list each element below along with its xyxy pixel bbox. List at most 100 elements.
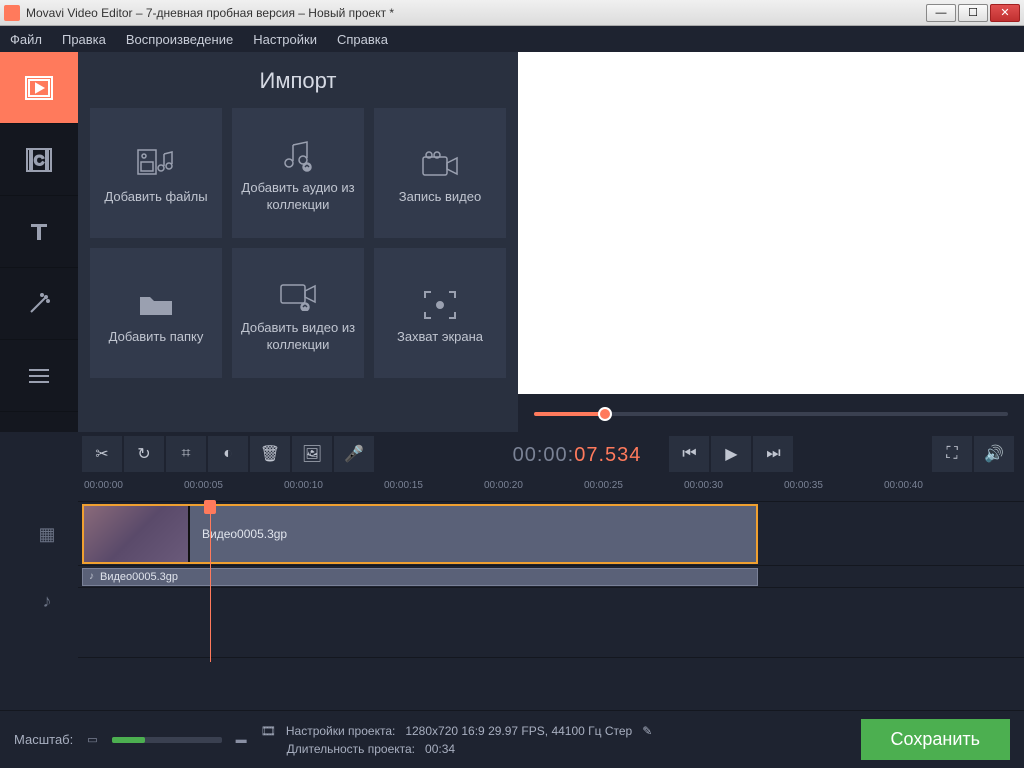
ruler-mark: 00:00:20	[484, 480, 523, 491]
picture-icon: 🖼	[302, 444, 322, 464]
save-button[interactable]: Сохранить	[861, 719, 1010, 760]
edit-settings-icon[interactable]: ✎	[642, 724, 652, 738]
project-settings-label: Настройки проекта:	[286, 724, 395, 738]
speaker-icon: 🔊	[984, 444, 1004, 464]
play-button[interactable]: ▶	[711, 436, 751, 472]
color-adjust-button[interactable]: ◐	[208, 436, 248, 472]
audio-clip-label: Видео0005.3gp	[100, 571, 178, 583]
clip-properties-button[interactable]: 🖼	[292, 436, 332, 472]
sidebar-import[interactable]	[0, 52, 78, 124]
video-clip[interactable]: Видео0005.3gp	[82, 504, 758, 564]
add-video-collection-button[interactable]: Добавить видео из коллекции	[232, 248, 364, 378]
import-title: Импорт	[90, 52, 506, 108]
video-track-icon: ▦	[38, 502, 55, 566]
menu-settings[interactable]: Настройки	[253, 32, 317, 47]
video-clip-label: Видео0005.3gp	[202, 527, 287, 541]
fullscreen-button[interactable]: ⛶	[932, 436, 972, 472]
window-titlebar: Movavi Video Editor – 7-дневная пробная …	[0, 0, 1024, 26]
preview-canvas[interactable]	[518, 52, 1024, 394]
scissors-icon: ✂	[95, 444, 108, 464]
music-note-icon	[281, 132, 315, 180]
delete-button[interactable]: 🗑	[250, 436, 290, 472]
project-settings-value: 1280x720 16:9 29.97 FPS, 44100 Гц Стер	[405, 724, 632, 738]
cut-button[interactable]: ✂	[82, 436, 122, 472]
ruler-mark: 00:00:35	[784, 480, 823, 491]
zoom-out-icon[interactable]: ▭	[87, 733, 97, 746]
maximize-button[interactable]: ☐	[958, 4, 988, 22]
audio-track-empty[interactable]	[78, 588, 1024, 658]
ruler-mark: 00:00:25	[584, 480, 623, 491]
record-audio-button[interactable]: 🎤	[334, 436, 374, 472]
add-audio-label: Добавить аудио из коллекции	[240, 180, 356, 214]
zoom-label: Масштаб:	[14, 732, 73, 747]
camera-icon	[421, 141, 459, 189]
seek-thumb[interactable]	[598, 407, 612, 421]
skip-forward-icon: ⏭	[766, 445, 780, 463]
close-button[interactable]: ✕	[990, 4, 1020, 22]
crop-button[interactable]: ⌗	[166, 436, 206, 472]
import-panel: Импорт Добавить файлы Добавить аудио из …	[78, 52, 518, 432]
rotate-button[interactable]: ↻	[124, 436, 164, 472]
text-icon	[27, 220, 51, 244]
window-title: Movavi Video Editor – 7-дневная пробная …	[26, 6, 926, 20]
sidebar: C	[0, 52, 78, 432]
record-video-label: Запись видео	[399, 189, 481, 206]
playhead[interactable]	[210, 502, 211, 662]
import-icon	[25, 76, 53, 100]
capture-screen-button[interactable]: Захват экрана	[374, 248, 506, 378]
menu-file[interactable]: Файл	[10, 32, 42, 47]
wand-icon	[27, 292, 51, 316]
ruler-mark: 00:00:15	[384, 480, 423, 491]
minimize-button[interactable]: —	[926, 4, 956, 22]
menubar: Файл Правка Воспроизведение Настройки Сп…	[0, 26, 1024, 52]
capture-screen-label: Захват экрана	[397, 329, 483, 346]
sidebar-filters[interactable]: C	[0, 124, 78, 196]
zoom-in-icon[interactable]: ▬	[236, 734, 247, 746]
add-audio-button[interactable]: Добавить аудио из коллекции	[232, 108, 364, 238]
fullscreen-icon: ⛶	[946, 445, 957, 463]
ruler-mark: 00:00:30	[684, 480, 723, 491]
volume-button[interactable]: 🔊	[974, 436, 1014, 472]
crop-icon: ⌗	[181, 445, 190, 463]
linked-audio-track[interactable]: ♪ Видео0005.3gp	[78, 566, 1024, 588]
add-folder-button[interactable]: Добавить папку	[90, 248, 222, 378]
audio-track-icon: ♪	[43, 566, 52, 636]
trash-icon: 🗑	[260, 444, 280, 464]
microphone-icon: 🎤	[344, 444, 364, 464]
sidebar-titles[interactable]	[0, 196, 78, 268]
menu-help[interactable]: Справка	[337, 32, 388, 47]
timecode-prefix: 00:00:	[513, 444, 575, 466]
timecode-display: 00:00:07.534	[513, 442, 642, 467]
contrast-icon: ◐	[223, 445, 233, 463]
ruler-mark: 00:00:05	[184, 480, 223, 491]
add-folder-label: Добавить папку	[109, 329, 204, 346]
audio-clip[interactable]: ♪ Видео0005.3gp	[82, 568, 758, 586]
film-icon: 🎞	[261, 724, 276, 738]
ruler-mark: 00:00:10	[284, 480, 323, 491]
add-files-button[interactable]: Добавить файлы	[90, 108, 222, 238]
record-video-button[interactable]: Запись видео	[374, 108, 506, 238]
app-icon	[4, 5, 20, 21]
video-collection-icon	[279, 272, 317, 320]
edit-toolbar: ✂ ↻ ⌗ ◐ 🗑 🖼 🎤 00:00:07.534 ⏮ ▶ ⏭ ⛶ 🔊	[0, 432, 1024, 476]
zoom-slider[interactable]	[112, 737, 222, 743]
preview-panel	[518, 52, 1024, 432]
sidebar-effects[interactable]	[0, 268, 78, 340]
media-files-icon	[136, 141, 176, 189]
menu-edit[interactable]: Правка	[62, 32, 106, 47]
add-video-collection-label: Добавить видео из коллекции	[240, 320, 356, 354]
play-icon: ▶	[725, 444, 737, 464]
prev-frame-button[interactable]: ⏮	[669, 436, 709, 472]
add-files-label: Добавить файлы	[104, 189, 207, 206]
filmstrip-icon: C	[26, 148, 52, 172]
capture-icon	[423, 281, 457, 329]
clip-thumbnail	[84, 506, 190, 562]
next-frame-button[interactable]: ⏭	[753, 436, 793, 472]
video-track[interactable]: Видео0005.3gp	[78, 502, 1024, 566]
timeline-ruler[interactable]: 00:00:00 00:00:05 00:00:10 00:00:15 00:0…	[78, 476, 1024, 502]
sidebar-more[interactable]	[0, 340, 78, 412]
ruler-mark: 00:00:00	[84, 480, 123, 491]
tracks: ▦ ♪ Видео0005.3gp ♪ Видео0005.3gp	[78, 502, 1024, 662]
menu-playback[interactable]: Воспроизведение	[126, 32, 233, 47]
preview-seek-slider[interactable]	[534, 404, 1008, 424]
